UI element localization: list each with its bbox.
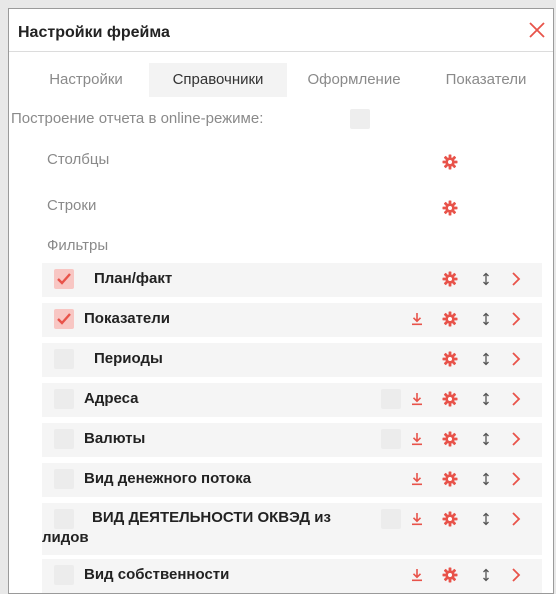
tab-design[interactable]: Оформление [289, 63, 419, 97]
sort-arrows-icon[interactable] [478, 431, 494, 447]
chevron-right-icon[interactable] [508, 391, 524, 407]
filter-extra-checkbox[interactable] [381, 429, 401, 449]
tab-settings[interactable]: Настройки [31, 63, 141, 97]
frame-settings-dialog: Настройки фрейма Настройки Справочники О… [8, 8, 554, 594]
chevron-right-icon[interactable] [508, 271, 524, 287]
filter-label: Адреса [84, 390, 139, 407]
online-mode-label: Построение отчета в online-режиме: [11, 110, 264, 127]
download-icon[interactable] [409, 567, 425, 583]
filter-checkbox[interactable] [54, 309, 74, 329]
sort-arrows-icon[interactable] [478, 311, 494, 327]
download-icon[interactable] [409, 511, 425, 527]
download-icon[interactable] [409, 471, 425, 487]
gear-icon[interactable] [442, 391, 458, 407]
chevron-right-icon[interactable] [508, 511, 524, 527]
rows-section-label: Строки [47, 197, 97, 214]
gear-icon[interactable] [442, 567, 458, 583]
sort-arrows-icon[interactable] [478, 567, 494, 583]
gear-icon[interactable] [442, 271, 458, 287]
filters-section-label: Фильтры [47, 237, 109, 254]
filter-label: Вид собственности [84, 566, 230, 583]
chevron-right-icon[interactable] [508, 567, 524, 583]
filter-extra-checkbox[interactable] [381, 509, 401, 529]
chevron-right-icon[interactable] [508, 471, 524, 487]
filter-checkbox[interactable] [54, 429, 74, 449]
filter-checkbox[interactable] [54, 565, 74, 585]
filter-row: Вид денежного потока [42, 463, 542, 497]
sort-arrows-icon[interactable] [478, 351, 494, 367]
columns-gear-icon[interactable] [442, 154, 458, 170]
tab-bar: Настройки Справочники Оформление Показат… [9, 63, 553, 101]
filter-row: ВИД ДЕЯТЕЛЬНОСТИ ОКВЭД из лидов [42, 503, 542, 555]
online-mode-row: Построение отчета в online-режиме: [11, 104, 551, 132]
tab-indicators[interactable]: Показатели [429, 63, 543, 97]
filter-label: Показатели [84, 310, 171, 327]
sort-arrows-icon[interactable] [478, 511, 494, 527]
gear-icon[interactable] [442, 431, 458, 447]
filter-label: Валюты [84, 430, 146, 447]
sort-arrows-icon[interactable] [478, 271, 494, 287]
filter-row: Адреса [42, 383, 542, 417]
filter-label: План/факт [94, 270, 173, 287]
online-mode-checkbox[interactable] [350, 109, 370, 129]
filter-row: Периоды [42, 343, 542, 377]
filter-checkbox[interactable] [54, 469, 74, 489]
sort-arrows-icon[interactable] [478, 391, 494, 407]
rows-gear-icon[interactable] [442, 200, 458, 216]
close-icon[interactable] [527, 20, 547, 40]
filter-row: Показатели [42, 303, 542, 337]
filter-checkbox[interactable] [54, 269, 74, 289]
download-icon[interactable] [409, 391, 425, 407]
dialog-titlebar: Настройки фрейма [9, 9, 553, 52]
columns-section-label: Столбцы [47, 151, 110, 168]
filter-checkbox[interactable] [54, 349, 74, 369]
filter-checkbox[interactable] [54, 389, 74, 409]
gear-icon[interactable] [442, 471, 458, 487]
filter-extra-checkbox[interactable] [381, 389, 401, 409]
download-icon[interactable] [409, 311, 425, 327]
filter-row: План/факт [42, 263, 542, 297]
chevron-right-icon[interactable] [508, 431, 524, 447]
dialog-title: Настройки фрейма [18, 24, 170, 41]
filter-row: Валюты [42, 423, 542, 457]
filter-label: Вид денежного потока [84, 470, 252, 487]
sort-arrows-icon[interactable] [478, 471, 494, 487]
gear-icon[interactable] [442, 511, 458, 527]
filter-label: Периоды [94, 350, 163, 367]
tab-references[interactable]: Справочники [149, 63, 287, 97]
download-icon[interactable] [409, 431, 425, 447]
gear-icon[interactable] [442, 351, 458, 367]
chevron-right-icon[interactable] [508, 311, 524, 327]
filter-row: Вид собственности [42, 559, 542, 593]
filter-label: ВИД ДЕЯТЕЛЬНОСТИ ОКВЭД из лидов [42, 509, 331, 546]
chevron-right-icon[interactable] [508, 351, 524, 367]
gear-icon[interactable] [442, 311, 458, 327]
